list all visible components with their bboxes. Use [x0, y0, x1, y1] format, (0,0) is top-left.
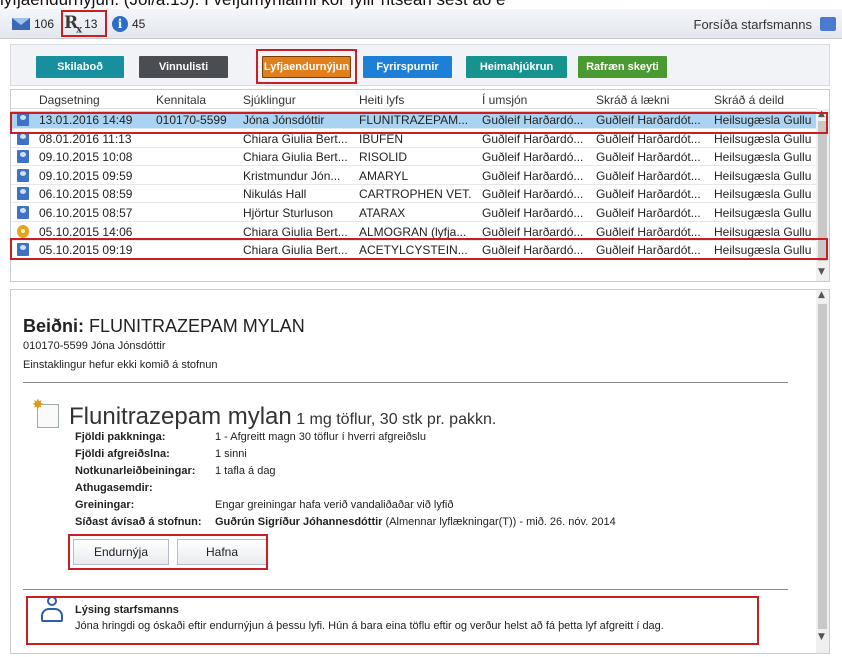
detail-field-value: 1 - Afgreitt magn 30 töflur í hverri afg… — [215, 431, 426, 443]
table-header: Dagsetning Kennitala Sjúklingur Heiti ly… — [11, 90, 817, 109]
detail-scrollbar[interactable]: ▲ ▼ — [816, 290, 829, 653]
table-cell: Guðleif Harðardó... — [482, 206, 584, 220]
staff-home-icon[interactable] — [820, 17, 836, 31]
table-cell: Guðleif Harðardó... — [482, 150, 584, 165]
vinnulisti-button[interactable]: Vinnulisti — [139, 56, 228, 78]
table-cell: Guðleif Harðardó... — [482, 168, 584, 183]
divider — [23, 382, 788, 383]
table-cell: ATARAX — [359, 206, 406, 220]
heimahjukrun-button[interactable]: Heimahjúkrun — [466, 56, 567, 78]
patient-status-icon — [17, 168, 29, 182]
table-cell: Heilsugæsla Gullu — [714, 224, 812, 239]
table-row[interactable]: 06.10.2015 08:57 Hjörtur Sturluson ATARAX G… — [11, 204, 817, 222]
envelope-icon — [12, 18, 30, 30]
table-cell: Nikulás Hall — [243, 187, 307, 202]
col-header[interactable]: Sjúklingur — [243, 93, 296, 107]
messages-indicator[interactable]: 106 — [12, 14, 54, 34]
patient-status-icon — [17, 150, 29, 164]
messages-count: 106 — [34, 17, 55, 31]
info-icon: i — [112, 16, 128, 32]
col-header[interactable]: Heiti lyfs — [359, 93, 404, 107]
table-cell: 09.10.2015 10:08 — [39, 150, 133, 165]
notice-line: Einstaklingur hefur ekki komið á stofnun — [23, 359, 218, 371]
table-cell: AMARYL — [359, 168, 409, 183]
selected-row-highlight-box — [10, 112, 828, 134]
table-row[interactable]: 09.10.2015 09:59 Kristmundur Jón... AMARYL… — [11, 167, 817, 185]
table-cell: Chiara Giulia Bert... — [243, 150, 348, 165]
patient-status-icon — [17, 206, 29, 219]
last-prescribed-label: Síðast ávísað á stofnun: — [75, 516, 202, 528]
detail-field-label: Fjöldi afgreiðslna: — [75, 448, 170, 460]
skilabod-button[interactable]: Skilaboð — [36, 56, 124, 78]
last-prescribed-value: Guðrún Sigríður Jóhannesdóttir (Almennar… — [215, 516, 616, 528]
table-row[interactable]: 09.10.2015 10:08 Chiara Giulia Bert... RIS… — [11, 148, 817, 167]
info-count: 45 — [132, 17, 146, 31]
table-cell: Heilsugæsla Gullu — [714, 206, 812, 220]
table-cell: Guðleif Harðardót... — [596, 224, 701, 239]
table-cell: CARTROPHEN VET. — [359, 187, 472, 202]
drug-title: Flunitrazepam mylan 1 mg töflur, 30 stk … — [69, 403, 497, 430]
detail-field-label: Athugasemdir: — [75, 482, 153, 494]
table-cell: Kristmundur Jón... — [243, 168, 341, 183]
table-cell: Heilsugæsla Gullu — [714, 168, 812, 183]
rx-highlight-box — [61, 10, 107, 37]
table-cell: Hjörtur Sturluson — [243, 206, 334, 220]
detail-field-value: Engar greiningar hafa verið vandaliðaðar… — [215, 499, 454, 511]
flagged-row-highlight-box — [10, 238, 828, 260]
table-cell: Chiara Giulia Bert... — [243, 224, 348, 239]
col-header[interactable]: Í umsjón — [482, 93, 527, 107]
action-buttons-highlight-box — [68, 534, 268, 570]
table-cell: 09.10.2015 09:59 — [39, 168, 133, 183]
staff-home-link[interactable]: Forsíða starfsmanns — [694, 17, 813, 32]
col-header[interactable]: Skráð á deild — [714, 93, 784, 107]
detail-field-label: Greiningar: — [75, 499, 135, 511]
top-status-bar: 106 Rx 13 i 45 Forsíða starfsmanns — [0, 9, 842, 39]
table-cell: 05.10.2015 14:06 — [39, 224, 133, 239]
table-cell: RISOLID — [359, 150, 408, 165]
detail-field-value: 1 sinni — [215, 448, 247, 460]
scroll-down-icon[interactable]: ▼ — [818, 632, 825, 642]
table-cell: 06.10.2015 08:57 — [39, 206, 133, 220]
patient-line: 010170-5599 Jóna Jónsdóttir — [23, 340, 166, 352]
rafraen-skeyti-button[interactable]: Rafræn skeyti — [578, 56, 667, 78]
warning-status-icon — [17, 224, 29, 238]
col-header[interactable]: Kennitala — [156, 93, 206, 107]
table-cell: Guðleif Harðardót... — [596, 168, 701, 183]
caption-text: lyfjaendurnýjun. (Jól/a.15). Í vefjumynl… — [0, 0, 842, 9]
table-cell: Guðleif Harðardó... — [482, 187, 584, 202]
fyrirspurnir-button[interactable]: Fyrirspurnir — [363, 56, 452, 78]
lyfja-highlight-box — [256, 49, 357, 84]
info-indicator[interactable]: i 45 — [112, 14, 145, 34]
divider — [23, 589, 788, 590]
table-cell: Heilsugæsla Gullu — [714, 150, 812, 165]
prescription-icon — [32, 397, 59, 428]
table-cell: 06.10.2015 08:59 — [39, 187, 133, 202]
table-row[interactable]: 06.10.2015 08:59 Nikulás Hall CARTROPHEN V… — [11, 185, 817, 204]
detail-field-label: Fjöldi pakkninga: — [75, 431, 166, 443]
table-cell: Guðleif Harðardó... — [482, 224, 584, 239]
patient-status-icon — [17, 187, 29, 201]
col-header[interactable]: Dagsetning — [39, 93, 100, 107]
table-cell: Guðleif Harðardót... — [596, 187, 701, 202]
table-cell: Guðleif Harðardót... — [596, 206, 701, 220]
table-cell: Guðleif Harðardót... — [596, 150, 701, 165]
staff-note-highlight-box — [26, 596, 759, 645]
table-cell: ALMOGRAN (lyfja... — [359, 224, 467, 239]
detail-field-value: 1 tafla á dag — [215, 465, 276, 477]
category-button-bar: Skilaboð Vinnulisti Lyfjaendurnýjun Fyri… — [10, 44, 830, 86]
table-cell: Heilsugæsla Gullu — [714, 187, 812, 202]
detail-field-label: Notkunarleiðbeiningar: — [75, 465, 196, 477]
col-header[interactable]: Skráð á lækni — [596, 93, 669, 107]
scroll-thumb[interactable] — [818, 304, 827, 629]
scroll-up-icon[interactable]: ▲ — [818, 290, 825, 300]
scroll-down-icon[interactable]: ▼ — [818, 267, 825, 277]
request-title: Beiðni: FLUNITRAZEPAM MYLAN — [23, 316, 305, 336]
